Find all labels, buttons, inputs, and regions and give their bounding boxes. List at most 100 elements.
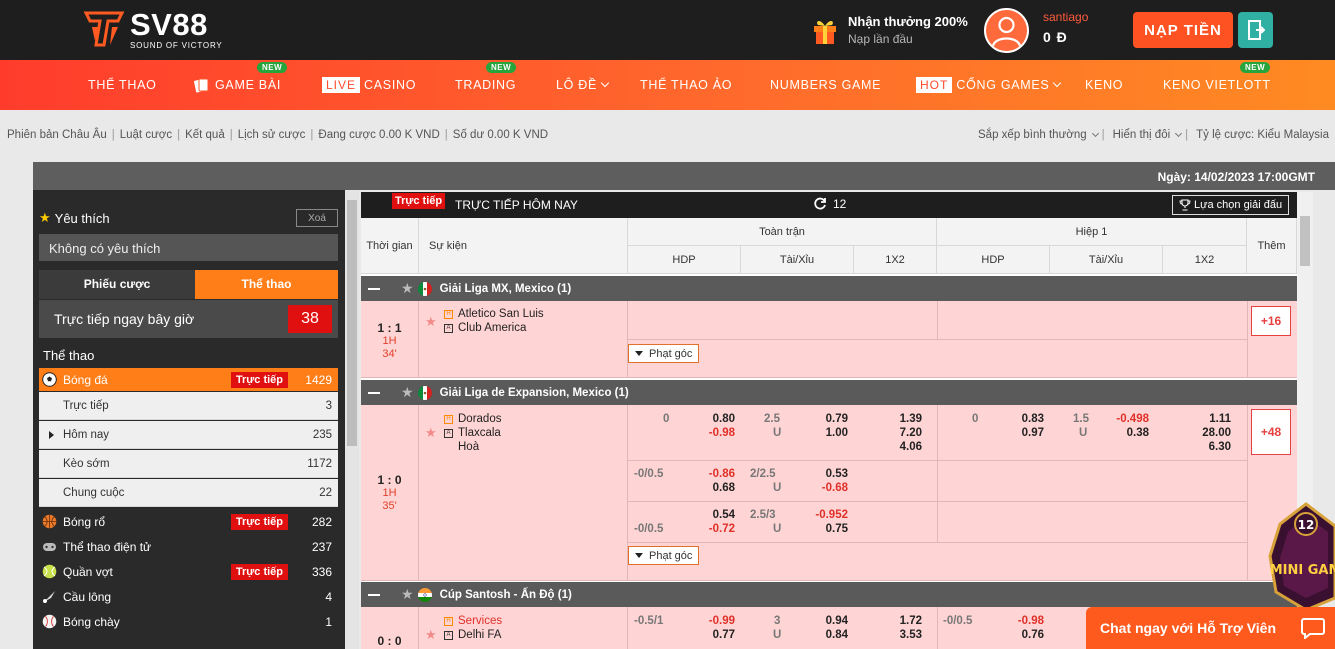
odds-cell[interactable]: 1.00 — [813, 426, 848, 440]
sort-select[interactable]: Sắp xếp bình thường — [978, 129, 1099, 141]
live-now-item[interactable]: Trực tiếp ngay bây giờ 38 — [39, 300, 338, 338]
odds-type-select[interactable]: Tỷ lệ cược: Kiểu Malaysia — [1196, 129, 1329, 141]
link-results[interactable]: Kết quả — [185, 129, 225, 141]
odds-cell[interactable]: -0.99 — [701, 614, 735, 628]
sidebar-item-baseball[interactable]: Bóng chày 1 — [39, 610, 338, 633]
nav-sports[interactable]: THỂ THAO — [88, 60, 157, 110]
odds-cell[interactable]: 1.39 — [888, 412, 922, 426]
odds-cell[interactable]: 0.84 — [813, 628, 848, 642]
refresh-button[interactable]: 12 — [813, 197, 846, 211]
nav-keno[interactable]: KENO — [1085, 60, 1123, 110]
league-header[interactable]: ★ Giải Liga de Expansion, Mexico (1) — [361, 380, 1297, 405]
sub-toolbar: Phiên bản Châu Âu | Luật cược | Kết quả | L… — [7, 129, 1329, 141]
odds-cell[interactable]: -0.98 — [701, 426, 735, 440]
live-chat-button[interactable]: Chat ngay với Hỗ Trợ Viên — [1086, 607, 1335, 649]
balance: 0 Đ — [1043, 29, 1068, 45]
nav-virtual-sports[interactable]: THỂ THAO ẢO — [640, 60, 732, 110]
nav-lottery[interactable]: LÔ ĐỀ — [556, 60, 610, 110]
league-header[interactable]: ★ Cúp Santosh - Ấn Độ (1) — [361, 582, 1297, 607]
odds-cell[interactable]: 0.77 — [701, 628, 735, 642]
collapse-icon[interactable] — [368, 593, 380, 596]
display-select[interactable]: Hiển thị đôi — [1113, 129, 1183, 141]
corner-toggle[interactable]: Phạt góc — [628, 546, 700, 565]
odds-cell[interactable]: 1.11 — [1181, 412, 1231, 426]
odds-cell[interactable]: 0.83 — [1010, 412, 1044, 426]
odds-cell[interactable]: 0.79 — [813, 412, 848, 426]
odds-cell[interactable]: 7.20 — [888, 426, 922, 440]
first-deposit-promo[interactable]: Nhận thưởng 200% Nạp lần đầu — [812, 14, 968, 46]
odds-cell[interactable]: 0.38 — [1115, 426, 1149, 440]
nav-trading[interactable]: TRADING — [455, 60, 516, 110]
odds-cell[interactable]: -0.68 — [813, 481, 848, 495]
tab-bet-slip[interactable]: Phiếu cược — [39, 270, 195, 299]
odds-cell[interactable]: 0.94 — [813, 614, 848, 628]
col-hdp: HDP — [628, 246, 741, 274]
odds-cell[interactable]: 0.68 — [701, 481, 735, 495]
collapse-icon[interactable] — [368, 391, 380, 394]
link-europe-version[interactable]: Phiên bản Châu Âu — [7, 129, 107, 141]
more-markets-button[interactable]: +16 — [1251, 306, 1291, 336]
odds-cell[interactable]: 0.75 — [813, 522, 848, 536]
corner-toggle[interactable]: Phạt góc — [628, 344, 700, 363]
sidebar-item-tennis[interactable]: Quần vợt Trực tiếp 336 — [39, 560, 338, 583]
baseball-icon — [41, 614, 57, 630]
live-tag: Trực tiếp — [230, 513, 288, 530]
away-badge-icon: A — [444, 428, 453, 438]
star-icon[interactable]: ★ — [401, 384, 414, 401]
odds-cell[interactable]: -0.952 — [801, 508, 848, 522]
nav-live-casino[interactable]: LIVE CASINO — [322, 60, 416, 110]
odds-cell[interactable]: 0.97 — [1010, 426, 1044, 440]
link-bet-history[interactable]: Lịch sử cược — [238, 129, 306, 141]
odds-cell[interactable]: 1.72 — [888, 614, 922, 628]
odds-cell[interactable]: 0.80 — [701, 412, 735, 426]
odds-cell[interactable]: 0.54 — [701, 508, 735, 522]
star-icon[interactable]: ★ — [401, 586, 414, 603]
odds-cell[interactable]: 3.53 — [888, 628, 922, 642]
odds-cell[interactable]: 6.30 — [1181, 440, 1231, 454]
star-icon[interactable]: ★ — [425, 314, 437, 330]
odds-cell[interactable]: -0.72 — [701, 522, 735, 536]
logo[interactable]: SV88 SOUND OF VICTORY — [82, 7, 223, 51]
sidebar-scrollbar[interactable] — [345, 190, 359, 649]
col-over-under: Tài/Xỉu — [741, 246, 854, 274]
sidebar-item-esports[interactable]: Thể thao điện tử 237 — [39, 535, 338, 558]
mini-game-widget[interactable]: 12 MINI GAME — [1266, 500, 1335, 612]
sidebar-item-soccer[interactable]: Bóng đá Trực tiếp 1429 — [39, 368, 338, 391]
link-rules[interactable]: Luật cược — [120, 129, 172, 141]
more-markets-button[interactable]: +48 — [1251, 409, 1291, 455]
sidebar-sub-today[interactable]: Hôm nay 235 — [39, 421, 338, 449]
tennis-ball-icon — [41, 564, 57, 580]
avatar[interactable] — [984, 8, 1029, 53]
collapse-icon[interactable] — [368, 287, 380, 290]
tab-sports[interactable]: Thể thao — [195, 270, 338, 299]
nav-keno-vietlott[interactable]: KENO VIETLOTT — [1163, 60, 1271, 110]
odds-cell[interactable]: 28.00 — [1181, 426, 1231, 440]
sidebar-item-badminton[interactable]: Cầu lông 4 — [39, 585, 338, 608]
star-icon[interactable]: ★ — [425, 627, 437, 643]
away-badge-icon: A — [444, 630, 453, 640]
clear-favorites-button[interactable]: Xoá — [296, 209, 338, 227]
table-row: 1 : 0 1H 35' ★ H Dorados A Tlaxcala Hoà 0 … — [361, 405, 1297, 581]
deposit-button[interactable]: NẠP TIỀN — [1133, 12, 1233, 48]
sidebar-sub-live[interactable]: Trực tiếp 3 — [39, 392, 338, 420]
select-league-button[interactable]: Lựa chọn giải đấu — [1172, 195, 1290, 215]
sidebar-sub-outright[interactable]: Chung cuộc 22 — [39, 479, 338, 507]
nav-game-portal[interactable]: HOT CỔNG GAMES — [916, 60, 1062, 110]
star-icon[interactable]: ★ — [401, 280, 414, 297]
odds-cell[interactable]: 0.53 — [813, 467, 848, 481]
username: santiago — [1043, 10, 1089, 24]
sidebar-sub-early[interactable]: Kèo sớm 1172 — [39, 450, 338, 478]
odds-cell[interactable]: -0.498 — [1105, 412, 1149, 426]
star-icon[interactable]: ★ — [425, 425, 437, 441]
nav-numbers-game[interactable]: NUMBERS GAME — [770, 60, 881, 110]
nav-card-games[interactable]: GAME BÀI — [194, 60, 281, 110]
favorites-header: ★ Yêu thích — [39, 210, 110, 226]
odds-cell[interactable]: -0.98 — [1010, 614, 1044, 628]
odds-cell[interactable]: -0.86 — [701, 467, 735, 481]
league-header[interactable]: ★ Giải Liga MX, Mexico (1) — [361, 276, 1297, 301]
odds-ou-line: 2.5 — [764, 413, 780, 425]
odds-cell[interactable]: 0.76 — [1010, 628, 1044, 642]
odds-cell[interactable]: 4.06 — [888, 440, 922, 454]
sidebar-item-basketball[interactable]: Bóng rổ Trực tiếp 282 — [39, 510, 338, 533]
logout-button[interactable] — [1238, 12, 1273, 48]
